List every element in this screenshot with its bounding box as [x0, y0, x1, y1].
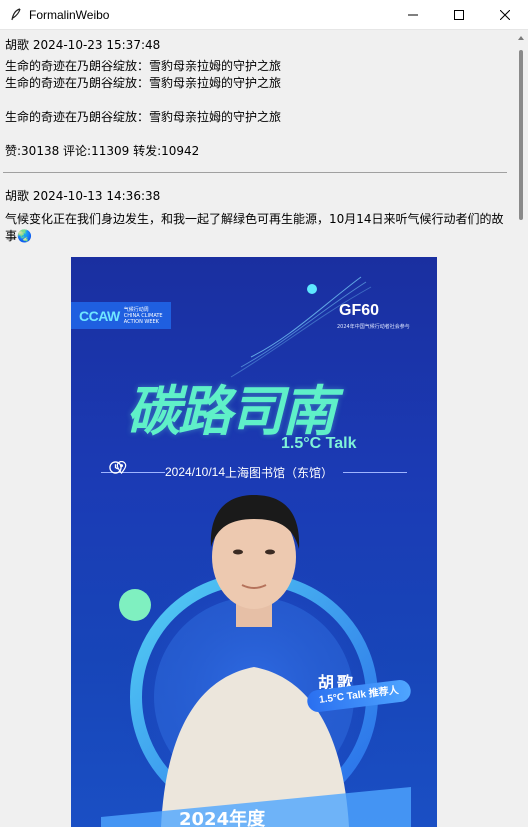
window-title: FormalinWeibo — [29, 7, 110, 22]
post-header: 胡歌 2024-10-23 15:37:48 — [5, 38, 161, 52]
post-header: 胡歌 2024-10-13 14:36:38 — [5, 189, 161, 203]
scrollbar-thumb[interactable] — [519, 50, 523, 220]
maximize-button[interactable] — [436, 0, 482, 30]
title-bar: FormalinWeibo — [0, 0, 528, 30]
minimize-button[interactable] — [390, 0, 436, 30]
gf60-logo: GF60 — [339, 302, 380, 319]
post-stats: 赞:30138 评论:11309 转发:10942 — [5, 144, 200, 158]
scroll-up-arrow-icon[interactable] — [518, 36, 524, 40]
event-date: 2024/10/14 — [164, 465, 226, 479]
poster-bottom-text: 2024年度 — [179, 809, 266, 827]
close-button[interactable] — [482, 0, 528, 30]
event-venue: 上海图书馆（东馆） — [225, 465, 334, 480]
poster-event-info: 2024/10/14 上海图书馆（东馆） — [101, 461, 408, 483]
post-item: 胡歌 2024-10-23 15:37:48 生命的奇迹在乃朗谷绽放：雪豹母亲拉… — [0, 30, 514, 160]
post-text: 气候变化正在我们身边发生，和我一起了解绿色可再生能源，10月14日来听气候行动者… — [5, 212, 504, 243]
post-item: 胡歌 2024-10-13 14:36:38 气候变化正在我们身边发生，和我一起… — [0, 173, 514, 245]
close-icon — [500, 10, 510, 20]
divider-line — [343, 471, 408, 473]
maximize-icon — [454, 10, 464, 20]
earth-emoji: 🌏 — [17, 229, 32, 243]
post-text: 生命的奇迹在乃朗谷绽放：雪豹母亲拉姆的守护之旅 生命的奇迹在乃朗谷绽放：雪豹母亲… — [5, 59, 282, 124]
feather-icon — [5, 4, 27, 26]
vertical-scrollbar[interactable] — [514, 30, 528, 827]
poster-subtitle: 1.5°C Talk — [281, 435, 357, 452]
ccaw-logo: CCAW 气候行动周 CHINA CLIMATE ACTION WEEK — [71, 302, 171, 329]
location-pin-icon — [116, 461, 127, 474]
gf60-subtitle: 2024年中国气候行动者社会参与 — [337, 324, 410, 330]
post-image[interactable]: CCAW 气候行动周 CHINA CLIMATE ACTION WEEK GF6… — [71, 257, 437, 827]
minimize-icon — [408, 14, 418, 16]
